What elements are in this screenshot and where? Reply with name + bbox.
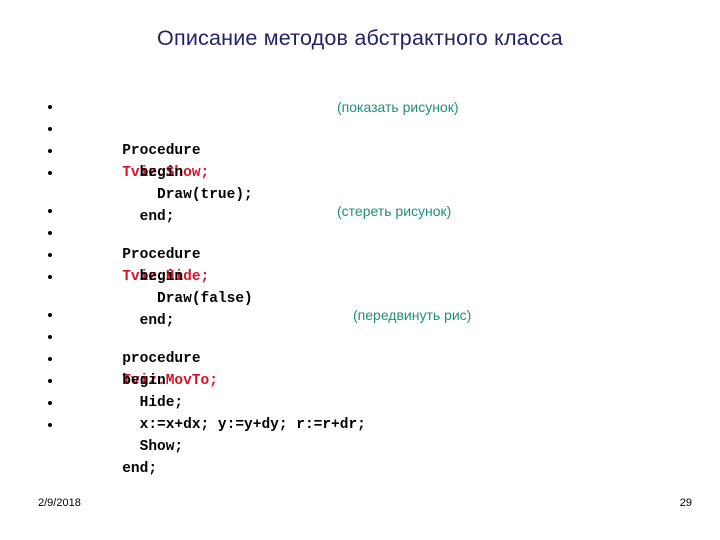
code-line: end; <box>40 414 700 477</box>
code-line: x:=x+dx; y:=y+dy; r:=r+dr; <box>40 370 700 433</box>
code-line: end; <box>40 162 700 225</box>
code-line: Procedure Tviz.Show; (показать рисунок) <box>40 96 700 181</box>
bullet-icon <box>48 209 52 213</box>
code-listing: Procedure Tviz.Show; (показать рисунок) … <box>40 96 700 477</box>
code-line: begin <box>40 326 700 389</box>
code-line: begin <box>40 222 700 285</box>
code-keyword: end; <box>122 461 158 477</box>
bullet-icon <box>48 401 52 405</box>
bullet-icon <box>48 275 52 279</box>
code-line: begin <box>40 118 700 181</box>
bullet-icon <box>48 379 52 383</box>
bullet-icon <box>48 231 52 235</box>
page-title: Описание методов абстрактного класса <box>157 26 563 50</box>
code-line: Draw(false) <box>40 244 700 307</box>
bullet-icon <box>48 423 52 427</box>
bullet-icon <box>48 357 52 361</box>
bullet-icon <box>48 171 52 175</box>
bullet-icon <box>48 335 52 339</box>
code-line: Draw(true); <box>40 140 700 203</box>
code-line: Procedure Tviz.Hide; (стереть рисунок) <box>40 200 700 285</box>
code-comment: (передвинуть рис) <box>353 307 472 323</box>
code-line: Hide; <box>40 348 700 411</box>
bullet-icon <box>48 105 52 109</box>
code-line: procedure Tviz.MovTo; (передвинуть рис) <box>40 304 700 389</box>
bullet-icon <box>48 149 52 153</box>
code-comment: (показать рисунок) <box>337 99 459 115</box>
footer-page-number: 29 <box>679 497 692 509</box>
code-keyword: Show; <box>122 439 184 455</box>
code-line: Show; <box>40 392 700 455</box>
bullet-icon <box>48 313 52 317</box>
code-block-show: Procedure Tviz.Show; (показать рисунок) … <box>40 96 700 225</box>
code-line: end; <box>40 266 700 329</box>
bullet-icon <box>48 127 52 131</box>
code-block-hide: Procedure Tviz.Hide; (стереть рисунок) b… <box>40 200 700 329</box>
bullet-icon <box>48 253 52 257</box>
code-comment: (стереть рисунок) <box>337 203 452 219</box>
footer-date: 2/9/2018 <box>38 497 81 509</box>
code-block-movto: procedure Tviz.MovTo; (передвинуть рис) … <box>40 304 700 477</box>
